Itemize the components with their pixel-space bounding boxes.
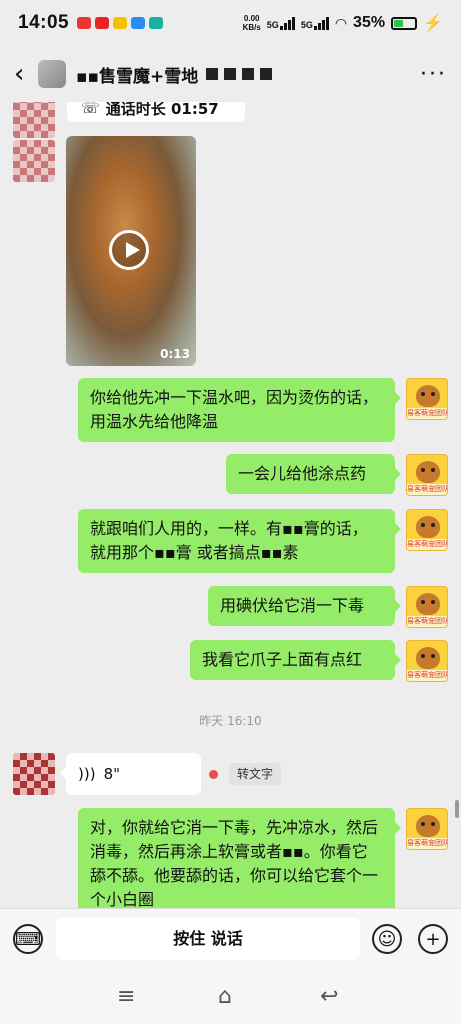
sent-message[interactable]: 你给他先冲一下温水吧，因为烫伤的话，用温水先给他降温 — [78, 378, 401, 442]
app-notification-icon — [131, 17, 146, 29]
sender-avatar[interactable] — [13, 140, 55, 182]
my-avatar[interactable]: 易客萌宠团队 — [406, 454, 448, 496]
battery-icon — [391, 16, 418, 30]
notification-icons — [77, 17, 164, 29]
home-icon[interactable]: ⌂ — [218, 984, 232, 1009]
app-notification-icon — [149, 17, 164, 29]
more-icon[interactable]: ··· — [420, 62, 447, 87]
emoji-icon[interactable]: ☺ — [372, 924, 402, 954]
hold-to-talk-button[interactable]: 按住 说话 — [56, 918, 360, 960]
chat-title: ▪▪售雪魔+雪地 — [76, 66, 199, 87]
my-avatar[interactable]: 易客萌宠团队 — [406, 640, 448, 682]
message-list[interactable]: ☏ 通话时长 01:57 0:13 你给他先冲一下温水吧，因为烫伤的话，用温水先… — [0, 102, 461, 908]
app-notification-icon — [77, 17, 92, 29]
my-avatar[interactable]: 易客萌宠团队 — [406, 378, 448, 420]
sender-avatar[interactable] — [13, 753, 55, 795]
redacted-text — [206, 68, 273, 80]
charging-icon: ⚡ — [423, 15, 443, 32]
clock: 14:05 — [18, 12, 70, 33]
sent-message[interactable]: 对，你就给它消一下毒，先冲凉水，然后消毒，然后再涂上软膏或者▪▪。你看它舔不舔。… — [78, 808, 401, 908]
plus-icon[interactable]: + — [418, 924, 448, 954]
my-avatar[interactable]: 易客萌宠团队 — [406, 586, 448, 628]
sent-message[interactable]: 一会儿给他涂点药 — [226, 454, 401, 494]
wifi-icon: ◠ — [334, 14, 348, 31]
squirrel-icon — [416, 815, 440, 837]
sent-message[interactable]: 就跟咱们人用的，一样。有▪▪膏的话，就用那个▪▪膏 或者搞点▪▪素 — [78, 509, 401, 573]
keyboard-icon[interactable]: ⌨ — [13, 924, 43, 954]
squirrel-icon — [416, 593, 440, 615]
video-duration: 0:13 — [160, 347, 190, 361]
my-avatar[interactable]: 易客萌宠团队 — [406, 509, 448, 551]
squirrel-icon — [416, 461, 440, 483]
sent-message[interactable]: 用碘伏给它消一下毒 — [208, 586, 401, 626]
battery-level: 35% — [353, 14, 386, 31]
signal-icon: 5G — [301, 16, 329, 30]
voice-wave-icon: ))) — [78, 765, 96, 783]
my-avatar[interactable]: 易客萌宠团队 — [406, 808, 448, 850]
app-notification-icon — [113, 17, 128, 29]
input-bar: ⌨ 按住 说话 ☺ + — [0, 908, 461, 970]
back-icon[interactable]: ‹ — [14, 61, 38, 87]
net-speed: 0.00 KB/s — [242, 14, 261, 32]
menu-icon[interactable]: ≡ — [117, 984, 135, 1009]
status-bar: 14:05 0.00 KB/s 5G 5G ◠ 35% ⚡ — [0, 0, 461, 46]
play-icon[interactable] — [109, 230, 149, 270]
transcribe-button[interactable]: 转文字 — [229, 763, 282, 785]
chat-header: ‹ ▪▪售雪魔+雪地 ··· — [0, 46, 461, 102]
sender-avatar[interactable] — [13, 102, 55, 138]
unread-dot — [209, 770, 218, 779]
voice-message[interactable]: ))) 8" — [60, 753, 201, 795]
system-nav-bar: ≡ ⌂ ↩ — [0, 970, 461, 1024]
message-timestamp: 昨天 16:10 — [199, 714, 262, 728]
sent-message[interactable]: 我看它爪子上面有点红 — [190, 640, 401, 680]
phone-icon: ☏ — [81, 102, 100, 117]
video-message[interactable]: 0:13 — [66, 136, 196, 366]
squirrel-icon — [416, 647, 440, 669]
app-notification-icon — [95, 17, 110, 29]
back-nav-icon[interactable]: ↩ — [320, 984, 338, 1009]
signal-icon: 5G — [267, 16, 295, 30]
squirrel-icon — [416, 516, 440, 538]
scrollbar[interactable] — [455, 800, 459, 818]
call-record-bubble[interactable]: ☏ 通话时长 01:57 — [67, 102, 245, 122]
contact-avatar — [38, 60, 66, 88]
squirrel-icon — [416, 385, 440, 407]
